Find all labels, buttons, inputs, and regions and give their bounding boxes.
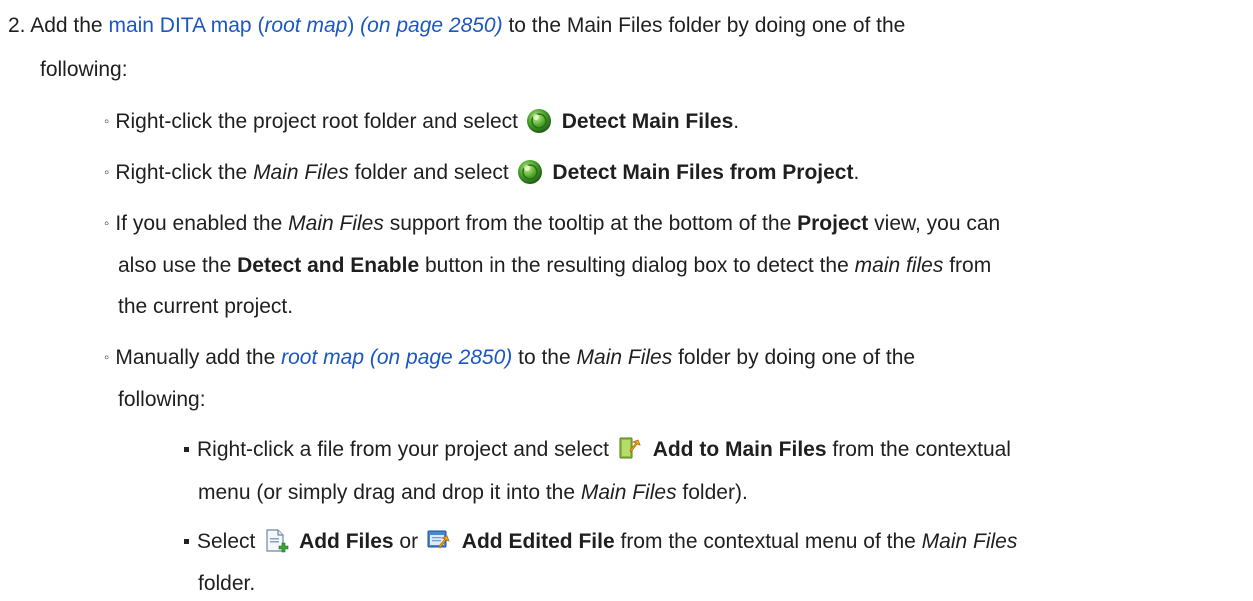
step-line-1: 2. Add the main DITA map (root map) (on … bbox=[8, 12, 905, 40]
suboption-add-to-main-files-line-2: menu (or simply drag and drop it into th… bbox=[198, 479, 748, 507]
option-text: If you enabled the bbox=[115, 212, 283, 235]
term: Main Files bbox=[580, 481, 677, 504]
option-text: support from the tooltip at the bottom o… bbox=[389, 212, 792, 235]
suboption-add-to-main-files: Right-click a file from your project and… bbox=[184, 436, 1011, 464]
root-map-link[interactable]: root map (on page 2850) bbox=[281, 346, 512, 369]
option-text: following: bbox=[118, 388, 206, 411]
ui-label: Detect and Enable bbox=[237, 254, 420, 277]
square-bullet bbox=[184, 539, 189, 544]
add-files-icon bbox=[266, 529, 289, 553]
option-text: or bbox=[399, 530, 419, 553]
step-text: to the Main Files folder by doing one of… bbox=[508, 14, 906, 37]
option-text: folder). bbox=[682, 481, 748, 504]
option-detect-from-project: ◦ Right-click the Main Files folder and s… bbox=[104, 159, 859, 189]
option-text: Manually add the bbox=[115, 346, 276, 369]
option-text: folder and select bbox=[354, 161, 509, 184]
bullet: ◦ bbox=[104, 164, 110, 181]
bullet: ◦ bbox=[104, 113, 110, 130]
menu-action-label: Detect Main Files from Project bbox=[552, 161, 854, 184]
page-ref-link[interactable]: (on page 2850) bbox=[360, 14, 502, 37]
option-manual-line-1: ◦ Manually add the root map (on page 2850… bbox=[104, 344, 915, 374]
option-text: Select bbox=[197, 530, 256, 553]
option-text: from the contextual bbox=[832, 438, 1011, 461]
term: Main Files bbox=[253, 161, 349, 184]
detect-main-files-icon bbox=[526, 109, 551, 133]
menu-action-label: Detect Main Files bbox=[561, 110, 734, 133]
detect-main-files-icon bbox=[517, 160, 542, 184]
option-manual-line-2: following: bbox=[118, 386, 206, 414]
option-text: folder. bbox=[198, 572, 256, 595]
punct: . bbox=[733, 110, 740, 133]
menu-action-label: Add Edited File bbox=[461, 530, 615, 553]
term: Main Files bbox=[576, 346, 673, 369]
option-text: Right-click the project root folder and … bbox=[115, 110, 519, 133]
option-detect-main-files: ◦ Right-click the project root folder and… bbox=[104, 108, 739, 138]
square-bullet bbox=[184, 447, 189, 452]
option-text: button in the resulting dialog box to de… bbox=[425, 254, 849, 277]
step-number: 2. bbox=[8, 14, 26, 37]
step-line-2: following: bbox=[40, 56, 128, 84]
option-text: folder by doing one of the bbox=[678, 346, 916, 369]
option-tooltip-line-3: the current project. bbox=[118, 293, 293, 321]
option-text: also use the bbox=[118, 254, 232, 277]
option-tooltip-line-1: ◦ If you enabled the Main Files support f… bbox=[104, 210, 1000, 240]
main-dita-map-link[interactable]: main DITA map (root map) bbox=[108, 14, 354, 37]
term: Main Files bbox=[288, 212, 384, 235]
add-to-main-files-icon bbox=[619, 437, 641, 459]
bullet: ◦ bbox=[104, 215, 110, 232]
term: main files bbox=[854, 254, 944, 277]
punct: . bbox=[853, 161, 860, 184]
step-text: Add the bbox=[30, 14, 103, 37]
add-edited-file-icon bbox=[427, 530, 450, 549]
suboption-add-files-line-2: folder. bbox=[198, 570, 255, 598]
bullet: ◦ bbox=[104, 349, 110, 366]
option-tooltip-line-2: also use the Detect and Enable button in… bbox=[118, 252, 991, 280]
term: Main Files bbox=[921, 530, 1018, 553]
option-text: from the contextual menu of the bbox=[620, 530, 916, 553]
step-text: following: bbox=[40, 58, 128, 81]
menu-action-label: Add Files bbox=[299, 530, 394, 553]
suboption-add-files: Select Add Files or Add Edited File from… bbox=[184, 528, 1017, 556]
menu-action-label: Add to Main Files bbox=[652, 438, 827, 461]
option-text: to the bbox=[518, 346, 571, 369]
ui-label: Project bbox=[797, 212, 869, 235]
option-text: from bbox=[949, 254, 992, 277]
option-text: view, you can bbox=[874, 212, 1001, 235]
option-text: Right-click a file from your project and… bbox=[197, 438, 609, 461]
option-text: menu (or simply drag and drop it into th… bbox=[198, 481, 576, 504]
option-text: Right-click the bbox=[115, 161, 248, 184]
document-page: 2. Add the main DITA map (root map) (on … bbox=[0, 0, 1253, 601]
option-text: the current project. bbox=[118, 295, 294, 318]
